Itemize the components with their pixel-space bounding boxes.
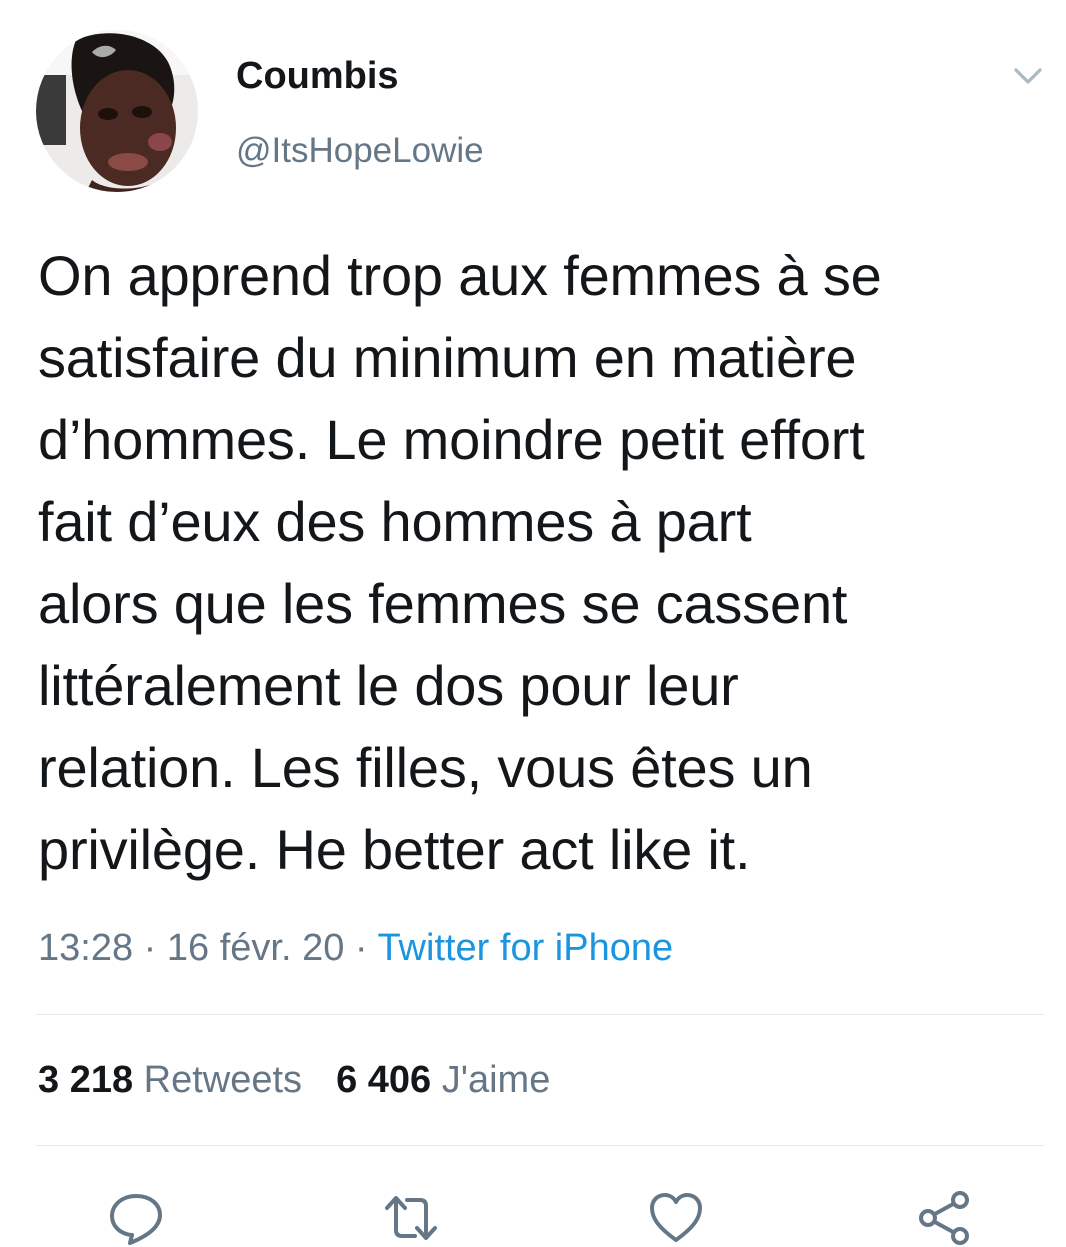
heart-icon [650, 1193, 702, 1242]
tweet-text-line: littéralement le dos pour leur [38, 654, 739, 717]
retweet-icon [385, 1196, 437, 1240]
user-handle[interactable]: @ItsHopeLowie [236, 128, 484, 174]
likes-label: J'aime [441, 1059, 551, 1101]
like-button[interactable] [648, 1190, 704, 1246]
reply-button[interactable] [108, 1190, 164, 1246]
meta-separator: · [133, 927, 167, 969]
tweet-stats: 3 218 Retweets 6 406 J'aime [38, 1054, 550, 1106]
tweet-time: 13:28 [38, 927, 134, 969]
chevron-down-icon[interactable] [1008, 56, 1048, 96]
likes-stat[interactable]: 6 406 J'aime [336, 1054, 550, 1106]
tweet-text-line: alors que les femmes se cassent [38, 572, 848, 635]
tweet-text-line: On apprend trop aux femmes à se [38, 244, 882, 307]
reply-icon [110, 1194, 162, 1245]
tweet-text: On apprend trop aux femmes à se satisfai… [38, 235, 1048, 891]
tweet-text-line: relation. Les filles, vous êtes un [38, 736, 813, 799]
divider [36, 1145, 1044, 1146]
tweet-meta: 13:28 · 16 févr. 20 · Twitter for iPhone [38, 922, 673, 974]
display-name[interactable]: Coumbis [236, 52, 399, 100]
tweet-source-link[interactable]: Twitter for iPhone [377, 927, 673, 969]
retweet-button[interactable] [383, 1190, 439, 1246]
share-button[interactable] [916, 1190, 972, 1246]
divider [36, 1014, 1044, 1015]
tweet-text-line: privilège. He better act like it. [38, 818, 751, 881]
likes-count: 6 406 [336, 1059, 432, 1101]
tweet-text-line: satisfaire du minimum en matière [38, 326, 857, 389]
tweet-date: 16 févr. 20 [166, 927, 345, 969]
share-icon [919, 1191, 969, 1245]
retweets-count: 3 218 [38, 1059, 134, 1101]
retweets-label: Retweets [143, 1059, 303, 1101]
avatar[interactable] [36, 30, 198, 192]
avatar-image [36, 30, 198, 192]
tweet-text-line: d’hommes. Le moindre petit effort [38, 408, 865, 471]
meta-separator: · [344, 927, 378, 969]
tweet-text-line: fait d’eux des hommes à part [38, 490, 752, 553]
retweets-stat[interactable]: 3 218 Retweets [38, 1054, 302, 1106]
